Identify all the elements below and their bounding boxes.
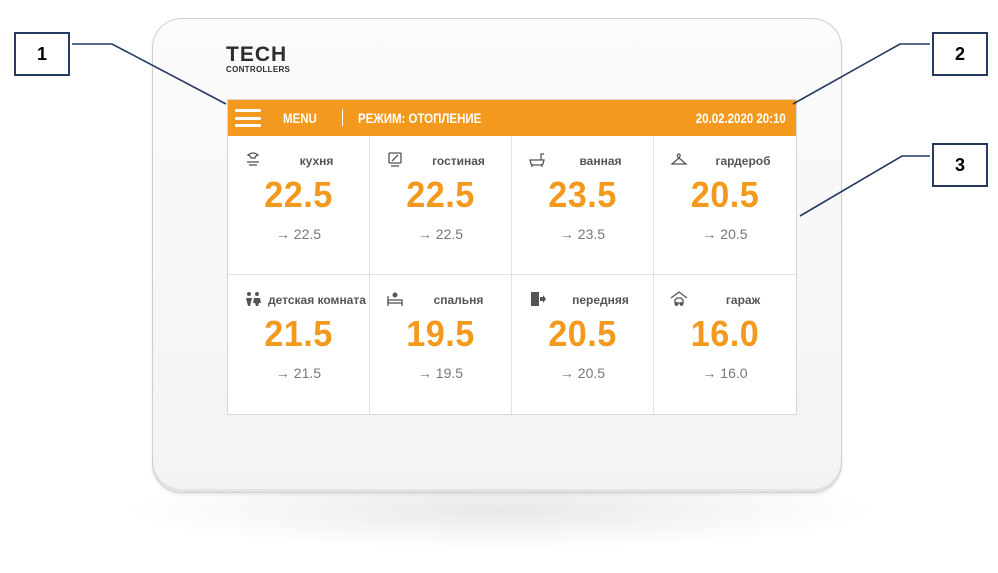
zone-temperature: 20.5 bbox=[548, 313, 617, 354]
zone-temperature: 16.0 bbox=[690, 313, 760, 354]
zone-tile-kitchen[interactable]: кухня 22.5 → 22.5 bbox=[228, 136, 370, 275]
hanger-icon bbox=[670, 153, 688, 165]
zone-tile-childrens-room[interactable]: детская комната 21.5 → 21.5 bbox=[228, 275, 370, 414]
tv-icon bbox=[388, 152, 402, 167]
bed-icon bbox=[387, 292, 403, 306]
touch-screen: MENU РЕЖИМ: ОТОПЛЕНИЕ 20.02.2020 20:10 к… bbox=[227, 99, 797, 415]
zone-name: спальня bbox=[433, 293, 484, 307]
zone-temperature: 23.5 bbox=[548, 174, 617, 215]
callout-label-2: 2 bbox=[932, 32, 988, 76]
zone-target: → 16.0 bbox=[702, 365, 748, 381]
logo-sub-text: CONTROLLERS bbox=[226, 65, 291, 74]
door-icon bbox=[531, 292, 546, 306]
zone-target: → 22.5 bbox=[417, 226, 464, 242]
callout-label-1: 1 bbox=[14, 32, 70, 76]
kitchen-icon bbox=[246, 152, 260, 166]
zone-target: → 20.5 bbox=[702, 226, 748, 242]
zone-name: ванная bbox=[579, 154, 622, 168]
hamburger-menu-icon[interactable] bbox=[235, 109, 261, 127]
zone-temperature: 22.5 bbox=[406, 174, 475, 215]
mode-label: РЕЖИМ: ОТОПЛЕНИЕ bbox=[358, 110, 482, 126]
zone-name: детская комната bbox=[268, 293, 366, 307]
zone-tile-living-room[interactable]: гостиная 22.5 → 22.5 bbox=[370, 136, 512, 275]
zone-tile-bedroom[interactable]: спальня 19.5 → 19.5 bbox=[370, 275, 512, 414]
callout-label-3: 3 bbox=[932, 143, 988, 187]
zone-temperature: 22.5 bbox=[264, 174, 333, 215]
bathtub-icon bbox=[529, 153, 545, 167]
zone-name: гардероб bbox=[715, 154, 771, 168]
zone-target: → 20.5 bbox=[559, 365, 606, 381]
datetime-display: 20.02.2020 20:10 bbox=[695, 110, 786, 126]
menu-button[interactable]: MENU bbox=[283, 110, 317, 126]
car-garage-icon bbox=[670, 291, 688, 306]
zone-tile-bathroom[interactable]: ванная 23.5 → 23.5 bbox=[512, 136, 654, 275]
top-bar: MENU РЕЖИМ: ОТОПЛЕНИЕ 20.02.2020 20:10 bbox=[228, 100, 796, 136]
zone-name: гостиная bbox=[432, 154, 485, 168]
zone-name: передняя bbox=[572, 293, 629, 307]
zone-temperature: 21.5 bbox=[264, 313, 333, 354]
zone-tile-garage[interactable]: гараж 16.0 → 16.0 bbox=[654, 275, 796, 414]
zone-target: → 19.5 bbox=[417, 365, 464, 381]
topbar-divider bbox=[342, 109, 343, 126]
tech-logo: TECH CONTROLLERS bbox=[226, 43, 291, 75]
zone-temperature: 19.5 bbox=[406, 313, 475, 354]
zone-temperature: 20.5 bbox=[690, 174, 760, 215]
zone-name: гараж bbox=[725, 293, 761, 307]
zone-tile-wardrobe[interactable]: гардероб 20.5 → 20.5 bbox=[654, 136, 796, 275]
children-icon bbox=[246, 292, 261, 306]
zone-target: → 23.5 bbox=[559, 226, 606, 242]
logo-main-text: TECH bbox=[226, 43, 288, 66]
zone-target: → 21.5 bbox=[275, 365, 322, 381]
zone-grid: кухня 22.5 → 22.5 гостиная 22.5 → 22.5 в… bbox=[228, 136, 796, 414]
zone-name: кухня bbox=[299, 154, 334, 168]
zone-tile-hallway[interactable]: передняя 20.5 → 20.5 bbox=[512, 275, 654, 414]
zone-target: → 22.5 bbox=[275, 226, 322, 242]
